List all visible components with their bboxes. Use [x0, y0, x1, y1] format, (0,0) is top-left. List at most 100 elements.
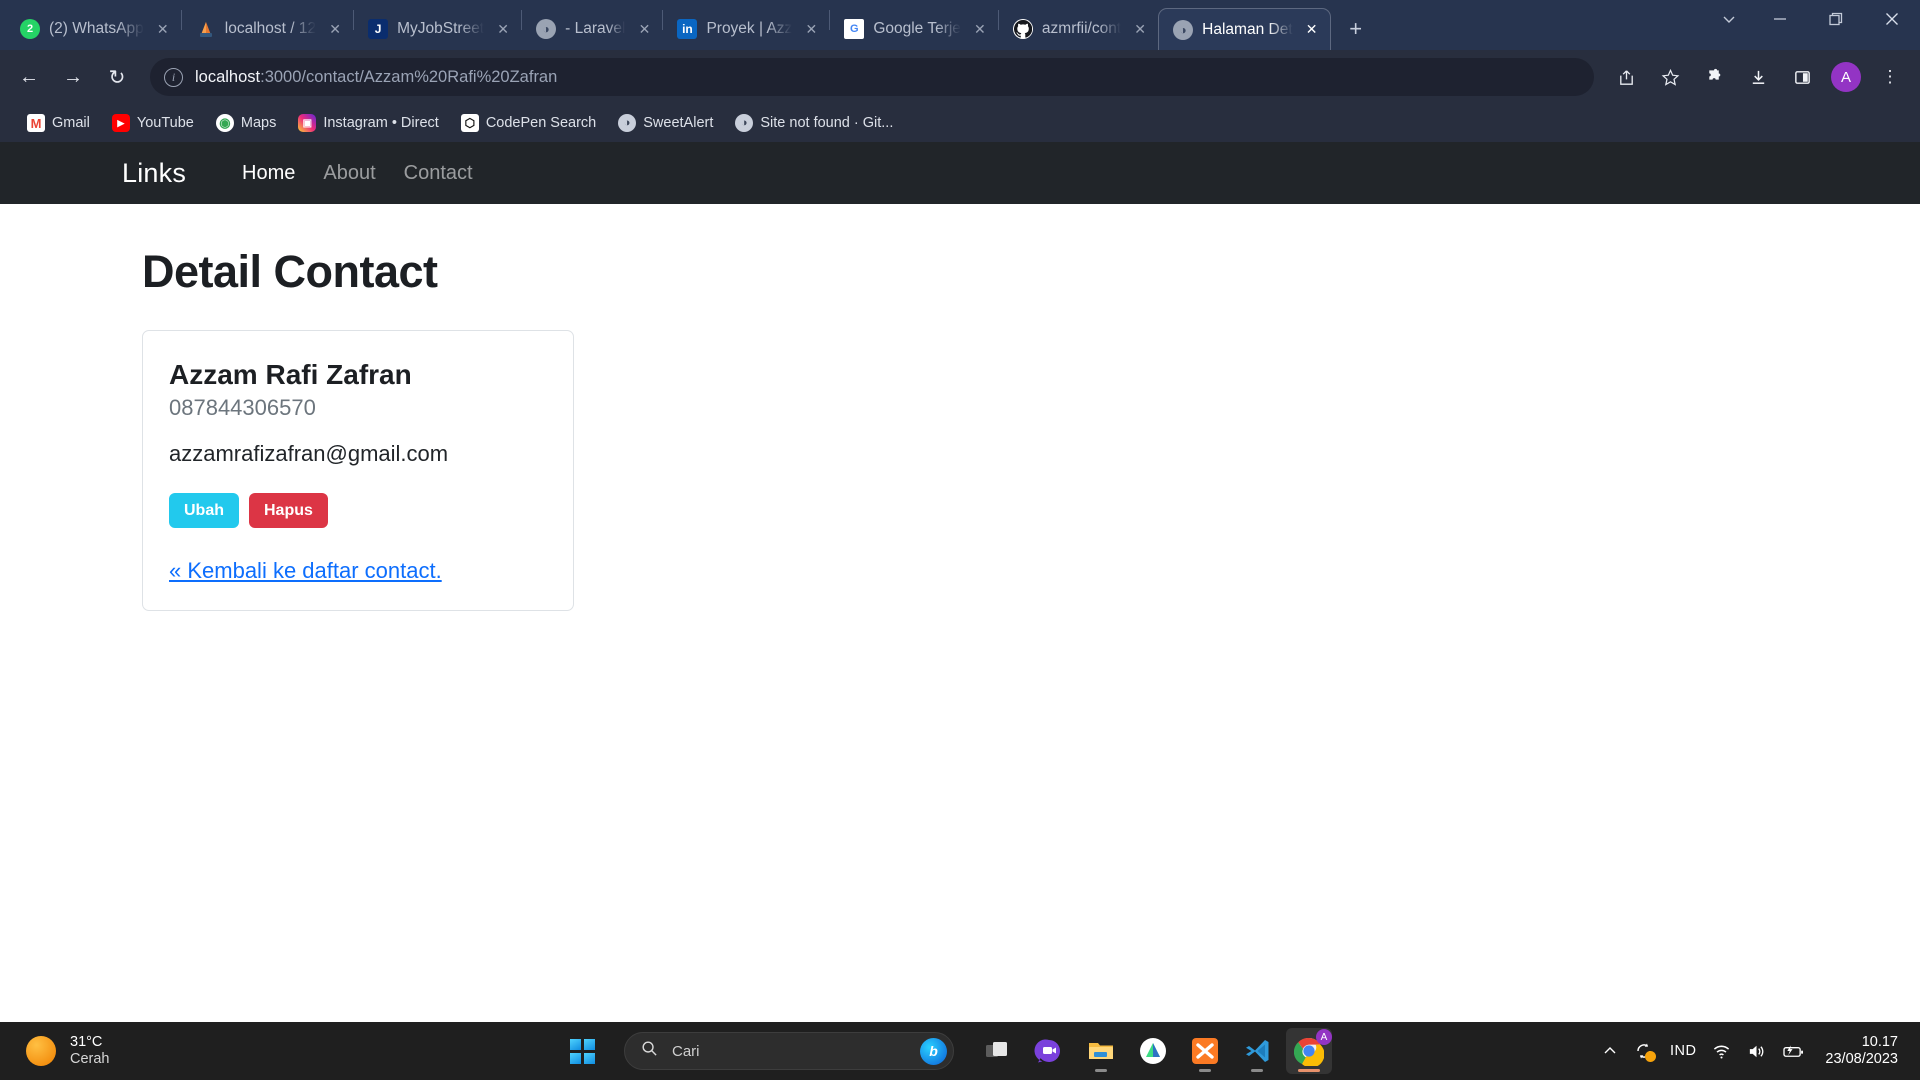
url-host: localhost — [195, 67, 261, 86]
tab-close-icon[interactable]: ✕ — [493, 19, 513, 39]
address-bar[interactable]: i localhost:3000/contact/Azzam%20Rafi%20… — [150, 58, 1594, 96]
search-input[interactable]: Cari — [672, 1043, 906, 1060]
browser-tab-localhost[interactable]: localhost / 12 ✕ — [182, 8, 353, 50]
taskbar-search-box[interactable]: Cari b — [624, 1032, 954, 1070]
action-button-row: Ubah Hapus — [169, 493, 547, 529]
browser-tab-google-translate[interactable]: G Google Terje ✕ — [830, 8, 998, 50]
chat-teams-icon[interactable] — [1026, 1028, 1072, 1074]
nav-link-contact[interactable]: Contact — [404, 162, 473, 185]
xampp-icon[interactable] — [1182, 1028, 1228, 1074]
tab-close-icon[interactable]: ✕ — [801, 19, 821, 39]
tab-strip: 2 (2) WhatsApp ✕ localhost / 12 ✕ J MyJo… — [0, 0, 1920, 50]
profile-avatar-button[interactable]: A — [1826, 57, 1866, 97]
tab-title: Proyek | Azz — [706, 20, 793, 37]
minimize-button[interactable] — [1752, 0, 1808, 38]
chrome-menu-icon[interactable]: ⋮ — [1870, 57, 1910, 97]
bookmark-label: CodePen Search — [485, 115, 597, 131]
google-maps-icon: ◉ — [215, 114, 234, 132]
page-body: Detail Contact Azzam Rafi Zafran 0878443… — [0, 204, 1920, 612]
tab-title: Halaman Det — [1202, 20, 1293, 38]
tab-close-icon[interactable]: ✕ — [970, 19, 990, 39]
windows-taskbar: 31°C Cerah Cari b A IND 10.17 23/08/2023 — [0, 1022, 1920, 1080]
delete-button[interactable]: Hapus — [249, 493, 328, 529]
start-button[interactable] — [560, 1029, 604, 1073]
bookmark-star-icon[interactable] — [1650, 57, 1690, 97]
browser-tab-github[interactable]: azmrfii/cont ✕ — [999, 8, 1158, 50]
site-info-icon[interactable]: i — [164, 67, 183, 87]
nav-link-home[interactable]: Home — [242, 162, 295, 185]
youtube-icon: ▶ — [111, 114, 130, 132]
bookmark-maps[interactable]: ◉ Maps — [207, 110, 285, 136]
nav-link-about[interactable]: About — [323, 162, 375, 185]
volume-icon[interactable] — [1747, 1042, 1766, 1061]
tab-title: azmrfii/cont — [1041, 20, 1122, 37]
browser-window: 2 (2) WhatsApp ✕ localhost / 12 ✕ J MyJo… — [0, 0, 1920, 1022]
tab-title: - Laravel — [565, 20, 626, 37]
share-icon[interactable] — [1606, 57, 1646, 97]
edit-button[interactable]: Ubah — [169, 493, 239, 529]
tab-close-icon[interactable]: ✕ — [153, 19, 173, 39]
tab-close-icon[interactable]: ✕ — [634, 19, 654, 39]
page-title: Detail Contact — [142, 246, 438, 297]
bookmark-label: Instagram • Direct — [323, 115, 439, 131]
wifi-icon[interactable] — [1712, 1042, 1731, 1061]
downloads-icon[interactable] — [1738, 57, 1778, 97]
bookmark-label: Gmail — [52, 115, 90, 131]
weather-description: Cerah — [70, 1051, 110, 1067]
toolbar-icon-group: A ⋮ — [1606, 57, 1910, 97]
vscode-icon[interactable] — [1234, 1028, 1280, 1074]
bookmark-codepen[interactable]: ⬡ CodePen Search — [452, 110, 605, 136]
new-tab-button[interactable]: + — [1339, 12, 1373, 46]
chrome-icon[interactable]: A — [1286, 1028, 1332, 1074]
bookmark-instagram[interactable]: ▣ Instagram • Direct — [289, 110, 447, 136]
navbar-brand[interactable]: Links — [122, 158, 186, 189]
battery-charging-icon[interactable] — [1782, 1042, 1805, 1061]
running-indicator — [1251, 1069, 1263, 1072]
back-to-contact-list-link[interactable]: « Kembali ke daftar contact. — [169, 558, 442, 583]
weather-temperature: 31°C — [70, 1034, 103, 1051]
bookmark-youtube[interactable]: ▶ YouTube — [103, 110, 203, 136]
chrome-profile-badge: A — [1316, 1029, 1332, 1045]
bing-chat-icon[interactable]: b — [920, 1037, 947, 1065]
language-indicator[interactable]: IND — [1670, 1043, 1696, 1059]
forward-button[interactable]: → — [52, 56, 94, 98]
browser-tab-linkedin[interactable]: in Proyek | Azz ✕ — [663, 8, 829, 50]
maximize-restore-button[interactable] — [1808, 0, 1864, 38]
browser-tab-laravel[interactable]: ◑ - Laravel ✕ — [522, 8, 662, 50]
back-button[interactable]: ← — [8, 56, 50, 98]
tray-overflow-icon[interactable] — [1602, 1043, 1618, 1059]
tab-title: localhost / 12 — [224, 20, 317, 37]
navbar-links: Home About Contact — [242, 162, 473, 185]
extensions-puzzle-icon[interactable] — [1694, 57, 1734, 97]
system-tray: IND 10.17 23/08/2023 — [1602, 1034, 1920, 1069]
windows-update-sync-icon[interactable] — [1634, 1041, 1656, 1062]
tab-search-icon[interactable] — [1706, 0, 1752, 38]
running-indicator — [1095, 1069, 1107, 1072]
side-panel-icon[interactable] — [1782, 57, 1822, 97]
file-explorer-icon[interactable] — [1078, 1028, 1124, 1074]
bookmark-site-not-found[interactable]: ◑ Site not found · Git... — [726, 110, 902, 136]
bookmark-sweetalert[interactable]: ◑ SweetAlert — [609, 110, 722, 136]
task-view-icon[interactable] — [974, 1028, 1020, 1074]
tab-title: Google Terje — [873, 20, 961, 37]
taskbar-weather-widget[interactable]: 31°C Cerah — [0, 1034, 560, 1067]
tab-close-icon[interactable]: ✕ — [1302, 20, 1322, 40]
close-button[interactable] — [1864, 0, 1920, 38]
globe-icon: ◑ — [536, 19, 557, 39]
taskbar-clock[interactable]: 10.17 23/08/2023 — [1825, 1034, 1898, 1069]
browser-tab-halaman-detail[interactable]: ◑ Halaman Det ✕ — [1158, 8, 1331, 50]
browser-toolbar: ← → ↻ i localhost:3000/contact/Azzam%20R… — [0, 50, 1920, 104]
avatar: A — [1831, 62, 1861, 92]
windows-logo-icon — [569, 1038, 595, 1064]
reload-button[interactable]: ↻ — [96, 56, 138, 98]
tab-title: MyJobStreet — [397, 20, 485, 37]
weather-text: 31°C Cerah — [70, 1034, 110, 1067]
android-studio-icon[interactable] — [1130, 1028, 1176, 1074]
codepen-icon: ⬡ — [460, 114, 479, 132]
tab-close-icon[interactable]: ✕ — [1130, 19, 1150, 39]
browser-tab-myjobstreet[interactable]: J MyJobStreet ✕ — [354, 8, 521, 50]
bookmark-gmail[interactable]: M Gmail — [18, 110, 99, 136]
site-navbar: Links Home About Contact — [0, 142, 1920, 204]
browser-tab-whatsapp[interactable]: 2 (2) WhatsApp ✕ — [6, 8, 181, 50]
tab-close-icon[interactable]: ✕ — [325, 19, 345, 39]
